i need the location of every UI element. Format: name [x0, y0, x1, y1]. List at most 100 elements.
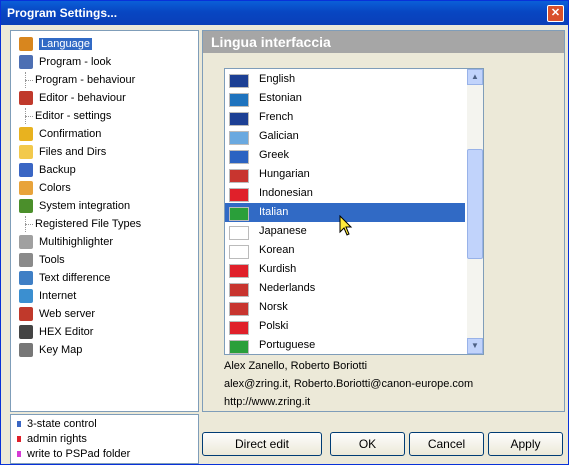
language-label: Galician [259, 130, 299, 142]
tree-item-label: Internet [39, 290, 77, 302]
title-bar: Program Settings... ✕ [1, 1, 568, 25]
language-row[interactable]: English [225, 70, 465, 89]
scroll-down-button[interactable]: ▼ [467, 338, 483, 354]
tree-item-label: Files and Dirs [39, 146, 107, 158]
language-row[interactable]: Hungarian [225, 165, 465, 184]
legend-label: 3-state control [27, 418, 97, 430]
legend-row: 3-state control [17, 417, 97, 432]
language-row[interactable]: Kurdish [225, 260, 465, 279]
language-row[interactable]: Portuguese [225, 336, 465, 354]
pencil-icon [19, 91, 33, 106]
tree-item[interactable]: Tools [19, 252, 65, 268]
language-label: Polski [259, 320, 289, 332]
settings-window: Program Settings... ✕ Language Program - … [0, 0, 569, 465]
apply-button[interactable]: Apply [488, 432, 563, 456]
language-label: Nederlands [259, 282, 316, 294]
flag-icon [229, 169, 249, 183]
flag-icon [229, 321, 249, 335]
tree-item[interactable]: Key Map [19, 342, 82, 358]
tree-item[interactable]: Files and Dirs [19, 144, 106, 160]
direct-edit-button[interactable]: Direct edit [202, 432, 322, 456]
window-title: Program Settings... [7, 6, 118, 20]
language-list[interactable]: Portuguese Polski Norsk Nederlands Kurdish Ko… [224, 68, 484, 355]
flag-icon [229, 264, 249, 278]
language-label: Estonian [259, 92, 302, 104]
tree-item[interactable]: Program - look [19, 54, 111, 70]
tree-item-label: Language [39, 38, 92, 50]
language-row[interactable]: Norsk [225, 298, 465, 317]
close-button[interactable]: ✕ [547, 5, 564, 22]
binary-icon [19, 325, 33, 340]
palette-icon [19, 181, 33, 196]
feather-icon [19, 307, 33, 322]
tree-item-label: Registered File Types [35, 218, 142, 230]
tree-item-label: Web server [39, 308, 96, 320]
language-row[interactable]: Greek [225, 146, 465, 165]
tree-item[interactable]: Multihighlighter [19, 234, 113, 250]
globe-icon [19, 289, 33, 304]
language-label: French [259, 111, 294, 123]
windows-icon [19, 199, 33, 214]
tree-item[interactable]: Text difference [19, 270, 110, 286]
flag-icon [229, 188, 249, 202]
flag-icon [229, 131, 249, 145]
flag-icon [229, 226, 249, 240]
tree-item[interactable]: Program - behaviour [24, 72, 136, 88]
tree-item[interactable]: Language [19, 36, 92, 52]
flag-icon [229, 245, 249, 259]
tree-item[interactable]: Confirmation [19, 126, 101, 142]
scroll-up-button[interactable]: ▲ [467, 69, 483, 85]
tree-item[interactable]: Internet [19, 288, 76, 304]
language-label: English [259, 73, 296, 85]
people-icon [19, 37, 33, 52]
document-icon [19, 235, 33, 250]
tree-item[interactable]: HEX Editor [19, 324, 93, 340]
tree-item-label: HEX Editor [39, 326, 94, 338]
tree-item-label: Confirmation [39, 128, 102, 140]
language-row[interactable]: Nederlands [225, 279, 465, 298]
tree-item-label: Editor - settings [35, 110, 112, 122]
legend-color-marker [17, 436, 21, 443]
tree-item-label: System integration [39, 200, 131, 212]
tree-item[interactable]: System integration [19, 198, 130, 214]
mouse-cursor-icon [339, 215, 353, 236]
legend-row: admin rights [17, 432, 87, 447]
tree-item[interactable]: Colors [19, 180, 71, 196]
flag-icon [229, 112, 249, 126]
tree-item-label: Editor - behaviour [39, 92, 126, 104]
tree-item-label: Program - behaviour [35, 74, 136, 86]
language-label: Italian [259, 206, 289, 218]
language-label: Greek [259, 149, 289, 161]
language-row[interactable]: Estonian [225, 89, 465, 108]
tree-item-label: Program - look [39, 56, 112, 68]
language-label: Hungarian [259, 168, 310, 180]
tree-item[interactable]: Registered File Types [24, 216, 142, 232]
language-label: Norsk [259, 301, 288, 313]
folder-icon [19, 145, 33, 160]
settings-tree: Language Program - look Program - behaviou… [10, 30, 199, 412]
compare-icon [19, 271, 33, 286]
tree-item[interactable]: Backup [19, 162, 76, 178]
tree-item-label: Multihighlighter [39, 236, 113, 248]
language-row[interactable]: Galician [225, 127, 465, 146]
cancel-button[interactable]: Cancel [409, 432, 484, 456]
flag-icon [229, 93, 249, 107]
tree-item[interactable]: Editor - behaviour [19, 90, 126, 106]
emails-text: alex@zring.it, Roberto.Boriotti@canon-eu… [224, 378, 474, 390]
ok-button[interactable]: OK [330, 432, 405, 456]
language-row[interactable]: Polski [225, 317, 465, 336]
layout-icon [19, 55, 33, 70]
list-scrollbar[interactable]: ▲ ▼ [467, 69, 483, 354]
language-label: Portuguese [259, 339, 316, 351]
flag-icon [229, 74, 249, 88]
language-row[interactable]: Indonesian [225, 184, 465, 203]
language-row[interactable]: French [225, 108, 465, 127]
gear-icon [19, 253, 33, 268]
tree-item[interactable]: Web server [19, 306, 95, 322]
flag-icon [229, 150, 249, 164]
language-row[interactable]: Korean [225, 241, 465, 260]
legend-row: write to PSPad folder [17, 447, 130, 462]
tree-item[interactable]: Editor - settings [24, 108, 112, 124]
credits-text: Alex Zanello, Roberto Boriotti [224, 360, 368, 372]
scroll-thumb[interactable] [467, 149, 483, 259]
